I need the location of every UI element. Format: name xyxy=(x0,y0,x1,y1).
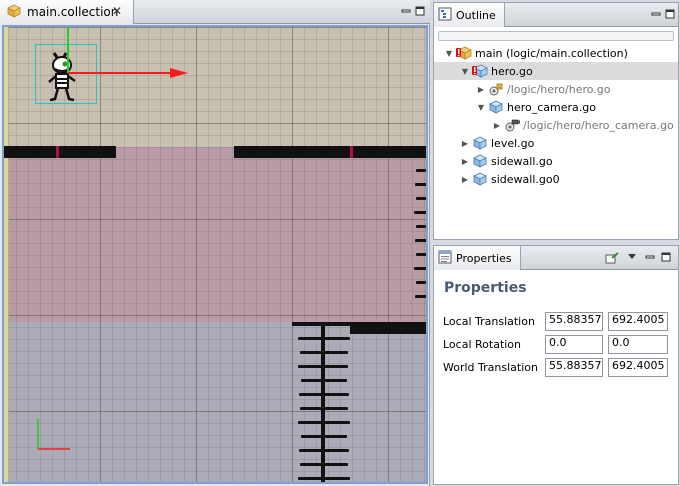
tree-item-label: hero_camera.go xyxy=(507,100,596,114)
close-icon[interactable]: ✕ xyxy=(112,5,122,17)
collection-warning-icon xyxy=(456,45,472,61)
tab-main-collection[interactable]: main.collection ✕ xyxy=(0,0,134,24)
minimize-icon[interactable] xyxy=(400,5,412,17)
outline-title: Outline xyxy=(456,8,496,22)
gameobject-icon xyxy=(488,99,504,115)
tab-outline[interactable]: Outline xyxy=(434,3,505,27)
tab-label: main.collection xyxy=(27,5,119,19)
view-menu-icon[interactable] xyxy=(626,251,638,263)
world-translation-y-field[interactable]: 692.4005 xyxy=(608,358,668,377)
tree-item-sidewall-go[interactable]: ▶ sidewall.go xyxy=(434,152,678,170)
gameobject-icon xyxy=(472,153,488,169)
translate-gizmo[interactable] xyxy=(34,27,194,107)
tree-item-main[interactable]: ▼ main (logic/main.collection) xyxy=(434,44,678,62)
tree-item-hero-script[interactable]: ▶ /logic/hero/hero.go xyxy=(434,80,678,98)
chevron-down-icon[interactable]: ▼ xyxy=(444,48,454,58)
tree-item-sidewall-go0[interactable]: ▶ sidewall.go0 xyxy=(434,170,678,188)
chevron-right-icon[interactable]: ▶ xyxy=(492,120,502,130)
maximize-icon[interactable] xyxy=(414,5,426,17)
collection-editor: main.collection ✕ xyxy=(0,0,430,486)
property-world-translation: World Translation 55.88357 692.4005 xyxy=(434,358,678,378)
platform-left[interactable] xyxy=(4,146,116,158)
property-label: Local Translation xyxy=(443,315,535,328)
local-translation-x-field[interactable]: 55.88357 xyxy=(545,312,603,331)
outline-header: Outline xyxy=(434,3,678,27)
property-local-translation: Local Translation 55.88357 692.4005 xyxy=(434,312,678,332)
collection-icon xyxy=(6,3,22,22)
chevron-right-icon[interactable]: ▶ xyxy=(476,84,486,94)
properties-panel: Properties Properties Local Translation … xyxy=(433,245,679,485)
properties-header: Properties xyxy=(434,246,678,270)
scene-edge-marker xyxy=(4,27,9,482)
properties-icon xyxy=(438,250,452,267)
camera-component-icon xyxy=(504,117,520,133)
tree-item-label: main (logic/main.collection) xyxy=(475,46,628,60)
scene-viewport[interactable] xyxy=(2,25,428,484)
gameobject-warning-icon xyxy=(472,63,488,79)
chevron-down-icon[interactable]: ▼ xyxy=(476,102,486,112)
local-rotation-x-field[interactable]: 0.0 xyxy=(545,335,603,354)
tree-item-label: sidewall.go0 xyxy=(491,172,560,186)
tab-properties[interactable]: Properties xyxy=(434,246,521,270)
properties-title: Properties xyxy=(456,251,512,265)
tree-item-hero-camera-go[interactable]: ▼ hero_camera.go xyxy=(434,98,678,116)
tree-item-hero-camera-script[interactable]: ▶ /logic/hero/hero_camera.go xyxy=(434,116,678,134)
tree-item-level-go[interactable]: ▶ level.go xyxy=(434,134,678,152)
outline-icon xyxy=(438,7,452,24)
platform-right[interactable] xyxy=(234,146,426,158)
chevron-right-icon[interactable]: ▶ xyxy=(460,174,470,184)
properties-heading: Properties xyxy=(444,280,527,296)
tree-item-label: sidewall.go xyxy=(491,154,553,168)
origin-axes xyxy=(37,419,70,450)
outline-filter-bar[interactable] xyxy=(438,31,674,41)
tree-item-label: /logic/hero/hero.go xyxy=(507,82,611,96)
chevron-down-icon[interactable]: ▼ xyxy=(460,66,470,76)
maximize-icon[interactable] xyxy=(664,8,676,20)
world-translation-x-field[interactable]: 55.88357 xyxy=(545,358,603,377)
gameobject-icon xyxy=(472,135,488,151)
component-script-icon xyxy=(488,81,504,97)
property-local-rotation: Local Rotation 0.0 0.0 xyxy=(434,335,678,355)
tree-item-hero-go[interactable]: ▼ hero.go xyxy=(434,62,678,80)
platform-lower-right[interactable] xyxy=(350,322,426,334)
gameobject-icon xyxy=(472,171,488,187)
minimize-icon[interactable] xyxy=(644,251,656,263)
local-rotation-y-field[interactable]: 0.0 xyxy=(608,335,668,354)
chevron-right-icon[interactable]: ▶ xyxy=(460,138,470,148)
outline-panel: Outline ▼ main (logic/main.collection) ▼… xyxy=(433,2,679,240)
editor-tab-bar: main.collection ✕ xyxy=(0,0,430,24)
maximize-icon[interactable] xyxy=(660,251,672,263)
pin-icon[interactable] xyxy=(605,252,619,267)
tree-item-label: /logic/hero/hero_camera.go xyxy=(523,118,674,132)
property-label: Local Rotation xyxy=(443,338,522,351)
property-label: World Translation xyxy=(443,361,538,374)
minimize-icon[interactable] xyxy=(650,8,662,20)
chevron-right-icon[interactable]: ▶ xyxy=(460,156,470,166)
tree-item-label: hero.go xyxy=(491,64,533,78)
local-translation-y-field[interactable]: 692.4005 xyxy=(608,312,668,331)
tree-item-label: level.go xyxy=(491,136,535,150)
